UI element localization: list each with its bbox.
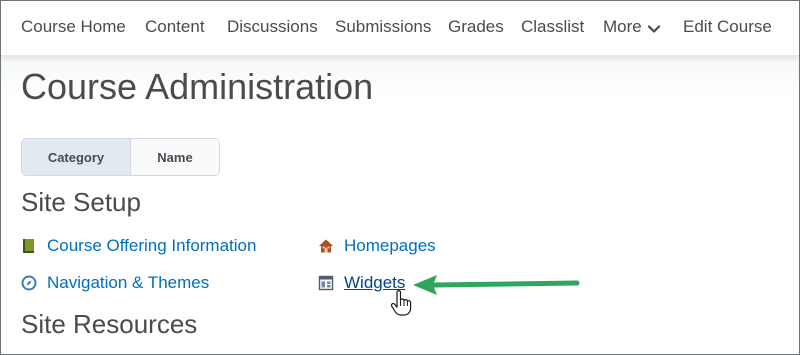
tool-link-homepages: Homepages <box>318 235 436 257</box>
name-view-button[interactable]: Name <box>131 139 219 175</box>
browser-frame: Course Home Content Discussions Submissi… <box>0 0 800 355</box>
homepages-link[interactable]: Homepages <box>344 235 436 257</box>
annotation-arrow-icon <box>411 273 583 302</box>
hand-pointer-cursor-icon <box>390 290 412 321</box>
section-title-site-resources: Site Resources <box>21 309 198 339</box>
course-navbar: Course Home Content Discussions Submissi… <box>1 1 799 56</box>
nav-classlist[interactable]: Classlist <box>521 16 584 38</box>
section-title-site-setup: Site Setup <box>21 187 141 217</box>
navigation-themes-link[interactable]: Navigation & Themes <box>47 272 209 294</box>
nav-content[interactable]: Content <box>145 16 205 38</box>
widgets-icon <box>318 275 334 291</box>
book-icon <box>21 238 37 254</box>
compass-icon <box>21 275 37 291</box>
nav-grades[interactable]: Grades <box>448 16 504 38</box>
chevron-down-icon <box>647 17 660 39</box>
tool-link-course-offering-information: Course Offering Information <box>21 235 256 257</box>
nav-edit-course[interactable]: Edit Course <box>683 16 772 38</box>
nav-submissions[interactable]: Submissions <box>335 16 431 38</box>
nav-more-menu[interactable]: More <box>603 16 660 39</box>
nav-course-home[interactable]: Course Home <box>21 16 126 38</box>
nav-more-label: More <box>603 17 642 36</box>
page-title: Course Administration <box>21 66 374 107</box>
category-view-button[interactable]: Category <box>22 139 131 175</box>
view-toggle: Category Name <box>21 138 220 176</box>
tool-link-navigation-themes: Navigation & Themes <box>21 272 209 294</box>
course-offering-information-link[interactable]: Course Offering Information <box>47 235 256 257</box>
home-icon <box>318 238 334 254</box>
nav-discussions[interactable]: Discussions <box>227 16 318 38</box>
